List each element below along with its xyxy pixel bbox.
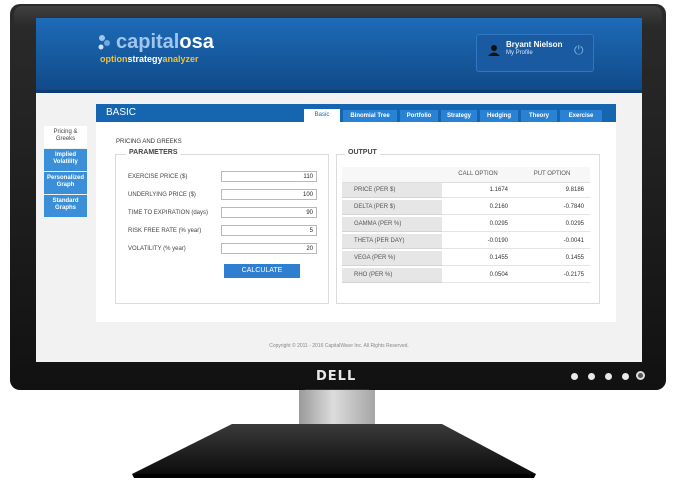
put-value: 0.1455 [514, 251, 590, 266]
panel-title: BASIC [106, 107, 137, 118]
sidebar-item-label: Greeks [55, 136, 76, 142]
tagline-option: option [100, 54, 128, 64]
calculate-button[interactable]: CALCULATE [224, 264, 300, 278]
sidebar-item-label: Implied [54, 152, 76, 158]
time-to-expiration-input[interactable]: 90 [221, 207, 317, 218]
tab-binomial-tree[interactable]: Binomial Tree [343, 110, 397, 122]
risk-free-rate-input[interactable]: 5 [221, 225, 317, 236]
row-label: GAMMA (PER %) [342, 217, 442, 232]
logo-wordmark[interactable]: capitalosa [116, 31, 214, 54]
sidebar-item-pricing-greeks[interactable]: Pricing & Greeks [44, 126, 87, 148]
tab-hedging[interactable]: Hedging [480, 110, 518, 122]
sidebar-item-label: Graphs [54, 205, 76, 211]
field-label: VOLATILITY (% year) [128, 246, 186, 252]
monitor-button[interactable] [622, 373, 629, 380]
call-value: -0.0190 [442, 234, 514, 249]
field-label: EXERCISE PRICE ($) [128, 174, 188, 180]
tab-theory[interactable]: Theory [521, 110, 557, 122]
put-value: -0.0041 [514, 234, 590, 249]
field-label: RISK FREE RATE (% year) [128, 228, 202, 234]
call-value: 0.2160 [442, 200, 514, 215]
sidebar-item-label: Pricing & [53, 129, 78, 135]
logo-icon [98, 35, 110, 50]
call-value: 1.1674 [442, 183, 514, 198]
my-profile-link[interactable]: My Profile [506, 50, 533, 56]
row-label: PRICE (PER $) [342, 183, 442, 198]
sidebar-item-label: Personalized [46, 175, 84, 181]
parameters-title: PARAMETERS [126, 149, 181, 156]
row-label: THETA (PER DAY) [342, 234, 442, 249]
sidebar-item-standard-graphs[interactable]: Standard Graphs [44, 195, 87, 217]
footer-copyright: Copyright © 2011 - 2016 CapitalWave Inc.… [269, 343, 409, 349]
call-value: 0.0504 [442, 268, 514, 283]
row-label: RHO (PER %) [342, 268, 442, 283]
row-label: DELTA (PER $) [342, 200, 442, 215]
sidebar-item-label: Graph [56, 182, 75, 188]
monitor-button[interactable] [605, 373, 612, 380]
tab-exercise[interactable]: Exercise [560, 110, 602, 122]
underlying-price-input[interactable]: 100 [221, 189, 317, 200]
screen: capitalosa optionstrategyanalyzer Bryant… [36, 18, 642, 362]
row-label: VEGA (PER %) [342, 251, 442, 266]
logo-tagline: optionstrategyanalyzer [100, 54, 199, 64]
put-value: -0.2175 [514, 268, 590, 283]
volatility-input[interactable]: 20 [221, 243, 317, 254]
monitor-button[interactable] [588, 373, 595, 380]
call-value: 0.0295 [442, 217, 514, 232]
column-header-put: PUT OPTION [514, 167, 590, 183]
logout-power-icon[interactable]: ⏻ [574, 43, 584, 58]
dell-logo: DELL [316, 369, 357, 384]
header-divider [36, 90, 642, 93]
field-label: TIME TO EXPIRATION (days) [128, 210, 209, 216]
tagline-analyzer: analyzer [162, 54, 199, 64]
user-name: Bryant Nielson [506, 40, 563, 49]
section-label: PRICING AND GREEKS [116, 139, 182, 145]
put-value: -0.7840 [514, 200, 590, 215]
output-title: OUTPUT [345, 149, 380, 156]
sidebar-item-label: Volatility [53, 159, 78, 165]
field-label: UNDERLYING PRICE ($) [128, 192, 196, 198]
sidebar-item-personalized-graph[interactable]: Personalized Graph [44, 172, 87, 194]
user-icon [488, 45, 500, 56]
logo-rest: osa [179, 31, 214, 53]
monitor-stand-base [132, 424, 536, 478]
sidebar-item-label: Standard [52, 198, 79, 204]
monitor-button[interactable] [571, 373, 578, 380]
exercise-price-input[interactable]: 110 [221, 171, 317, 182]
put-value: 9.8186 [514, 183, 590, 198]
tab-basic[interactable]: Basic [304, 109, 340, 122]
table-header-empty [342, 167, 442, 183]
sidebar-item-implied-volatility[interactable]: Implied Volatility [44, 149, 87, 171]
logo-accent: capital [116, 31, 180, 53]
call-value: 0.1455 [442, 251, 514, 266]
tab-strategy[interactable]: Strategy [441, 110, 477, 122]
column-header-call: CALL OPTION [442, 167, 514, 183]
tagline-strategy: strategy [127, 54, 163, 64]
monitor-power-button[interactable] [636, 371, 645, 380]
tab-portfolio[interactable]: Portfolio [400, 110, 438, 122]
put-value: 0.0295 [514, 217, 590, 232]
